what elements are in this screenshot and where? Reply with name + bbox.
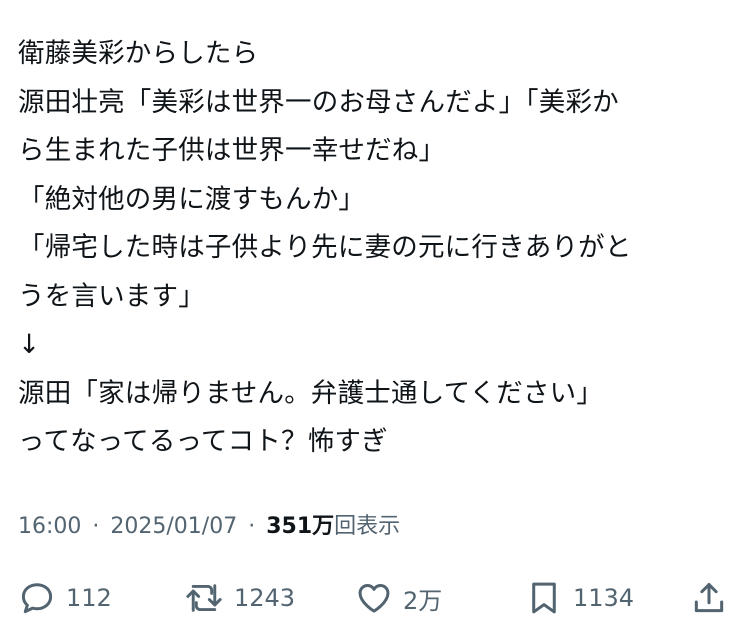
retweet-count: 1243 [234,584,296,612]
tweet-detail: 衛藤美彩からしたら 源田壮亮「美彩は世界一のお母さんだよ」「美彩か ら生まれた子… [0,0,750,632]
reply-button[interactable]: 112 [18,576,112,620]
tweet-meta: 16:00 · 2025/01/07 · 351万回表示 [18,512,400,542]
tweet-text-line: 源田壮亮「美彩は世界一のお母さんだよ」「美彩か [18,86,619,118]
reply-count: 112 [66,584,112,612]
tweet-text-line: 「絶対他の男に渡すもんか」 [18,183,366,215]
retweet-button[interactable]: 1243 [184,576,295,620]
tweet-text: 衛藤美彩からしたら 源田壮亮「美彩は世界一のお母さんだよ」「美彩か ら生まれた子… [18,30,733,467]
share-button[interactable] [690,576,728,620]
bookmark-icon [525,579,563,617]
tweet-text-line: ら生まれた子供は世界一幸せだね」 [18,135,446,166]
tweet-text-line: 「帰宅した時は子供より先に妻の元に行きありがと [18,232,632,263]
views-count: 351万 [266,514,335,539]
tweet-text-line: 衛藤美彩からしたら [18,38,259,69]
bookmark-button[interactable]: 1134 [525,576,634,620]
like-count: 2万 [403,586,443,615]
reply-icon [18,579,56,617]
tweet-text-line: ↓ [18,329,41,360]
views-label: 回表示 [334,514,401,539]
meta-separator: · [92,514,100,539]
tweet-text-line: ってなってるってコト？怖すぎ [18,426,388,457]
tweet-time[interactable]: 16:00 [18,514,81,539]
tweet-text-line: うを言います」 [18,280,205,312]
share-icon [690,579,728,617]
tweet-date[interactable]: 2025/01/07 [110,514,237,539]
bookmark-count: 1134 [573,584,635,612]
retweet-icon [184,579,224,617]
tweet-actions: 112 1243 2万 1134 [0,576,750,620]
meta-separator: · [248,514,256,539]
tweet-text-line: 源田「家は帰りません。弁護士通してください」 [18,377,604,409]
heart-icon [355,579,393,617]
like-button[interactable]: 2万 [355,576,442,620]
